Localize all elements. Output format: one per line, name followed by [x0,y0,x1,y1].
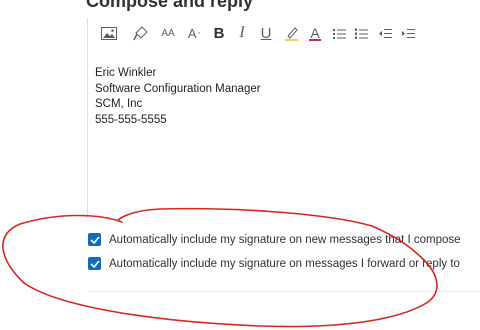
grow-font-icon[interactable]: A ◦ [185,24,203,42]
signature-line: 555-555-5555 [95,113,167,126]
bullets-icon[interactable] [332,24,346,42]
new-messages-checkbox[interactable] [88,233,101,246]
forward-reply-checkbox[interactable] [88,257,101,270]
format-painter-icon[interactable] [132,24,148,42]
grow-font-glyph: A [187,25,197,41]
signature-line: SCM, Inc [95,98,143,110]
signature-text[interactable]: Eric Winkler Software Configuration Mana… [95,66,261,128]
italic-icon[interactable]: I [235,24,249,42]
increase-indent-icon[interactable] [401,24,415,42]
new-messages-label[interactable]: Automatically include my signature on ne… [109,234,461,246]
font-color-icon[interactable]: A [308,24,322,42]
section-title: Compose and reply [86,0,254,11]
decrease-indent-icon[interactable] [378,24,392,42]
numbering-icon[interactable] [354,24,368,42]
underline-icon[interactable]: U [259,24,273,42]
font-size-icon[interactable]: AA [157,24,179,42]
signature-line: Software Configuration Manager [95,82,261,95]
highlight-icon[interactable] [283,24,299,42]
signature-editor[interactable]: AA A ◦ B I U A Eric Winkler Software Conf… [87,18,480,218]
forward-reply-label[interactable]: Automatically include my signature on me… [109,258,460,270]
option-forward-reply: Automatically include my signature on me… [88,257,460,270]
formatting-toolbar: AA A ◦ B I U A [88,18,480,46]
section-divider [88,291,480,292]
checkmark-icon [89,235,100,244]
bold-icon[interactable]: B [212,24,226,42]
signature-line: Eric Winkler [95,67,157,79]
checkmark-icon [89,259,100,268]
option-new-messages: Automatically include my signature on ne… [88,233,461,246]
insert-picture-icon[interactable] [100,24,118,42]
